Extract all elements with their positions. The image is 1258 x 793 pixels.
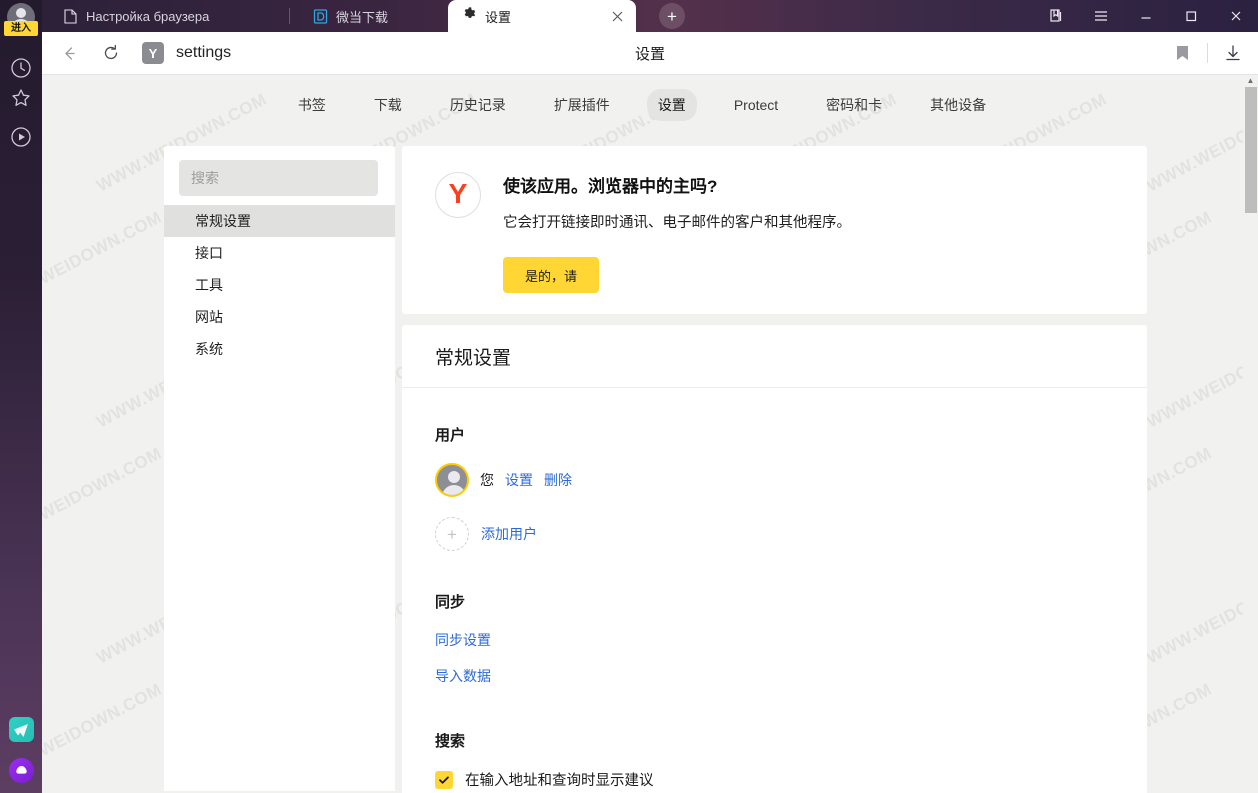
- toolbar-divider: [1207, 43, 1208, 63]
- page-scrollbar[interactable]: ▲: [1243, 75, 1258, 793]
- sidebar-item-sites[interactable]: 网站: [164, 301, 395, 333]
- checkbox-label: 在输入地址和查询时显示建议: [465, 773, 654, 789]
- add-user-row[interactable]: + 添加用户: [435, 517, 1147, 551]
- user-row: 您 设置 删除: [435, 463, 1147, 497]
- settings-nav-tabs: 书签 下载 历史记录 扩展插件 设置 Protect 密码和卡 其他设备: [42, 75, 1242, 135]
- watermark-text: WWW.WEIDOWN.COM: [42, 443, 165, 550]
- minimize-icon[interactable]: [1123, 0, 1168, 32]
- default-browser-banner: Y 使该应用。浏览器中的主吗? 它会打开链接即时通讯、电子邮件的客户和其他程序。…: [402, 146, 1147, 314]
- banner-title: 使该应用。浏览器中的主吗?: [503, 177, 718, 196]
- sidebar-item-label: 网站: [195, 309, 223, 325]
- yandex-logo-icon: Y: [435, 172, 481, 218]
- address-bar: Y settings 设置: [42, 32, 1258, 74]
- checkbox-row-suggestions[interactable]: 在输入地址和查询时显示建议: [435, 769, 1147, 790]
- rail-login-badge[interactable]: 进入: [4, 21, 38, 36]
- purple-app-icon[interactable]: [9, 758, 34, 783]
- avatar-body: [442, 485, 466, 495]
- settings-sidebar: 常规设置 接口 工具 网站 系统: [164, 146, 395, 791]
- telegram-app-icon[interactable]: [9, 717, 34, 742]
- sidebar-item-label: 接口: [195, 245, 223, 261]
- add-user-link[interactable]: 添加用户: [481, 524, 537, 544]
- left-sidebar-rail: 进入: [0, 0, 42, 793]
- hamburger-menu-icon[interactable]: [1078, 0, 1123, 32]
- avatar-head: [448, 471, 460, 483]
- watermark-text: WWW.WEIDOWN.COM: [1143, 325, 1258, 432]
- tab-settings-active[interactable]: 设置: [448, 0, 636, 32]
- address-input[interactable]: settings: [176, 44, 231, 62]
- nav-tab-downloads[interactable]: 下载: [363, 89, 413, 121]
- checkbox-checked-icon[interactable]: [435, 770, 453, 789]
- download-icon[interactable]: [1218, 38, 1248, 68]
- play-circle-icon[interactable]: [8, 124, 34, 150]
- sidebar-item-system[interactable]: 系统: [164, 333, 395, 365]
- user-delete-link[interactable]: 删除: [544, 470, 572, 490]
- nav-tab-extensions[interactable]: 扩展插件: [543, 89, 621, 121]
- sidebar-item-label: 系统: [195, 341, 223, 357]
- window-controls: [1033, 0, 1258, 32]
- watermark-text: WWW.WEIDOWN.COM: [42, 679, 165, 786]
- sidebar-search-wrap: [164, 146, 395, 205]
- scrollbar-thumb[interactable]: [1245, 87, 1257, 213]
- back-arrow-icon[interactable]: [54, 38, 84, 68]
- nav-tab-bookmarks[interactable]: 书签: [287, 89, 337, 121]
- sidebar-item-general[interactable]: 常规设置: [164, 205, 395, 237]
- sync-section-title: 同步: [435, 594, 466, 611]
- watermark-text: WWW.WEIDOWN.COM: [42, 207, 165, 314]
- tab-label: Настройка браузера: [86, 8, 210, 24]
- plus-icon: +: [435, 517, 469, 551]
- general-settings-body: 用户 您 设置 删除 + 添加用户 同步 同步设置 导入数据 搜索 在输入地址和…: [402, 388, 1147, 793]
- user-settings-link[interactable]: 设置: [505, 470, 533, 490]
- star-icon[interactable]: [8, 85, 34, 111]
- title-bar: Настройка браузера 微当下载 设置 +: [42, 0, 1258, 32]
- sync-links: 同步设置 导入数据: [435, 630, 1147, 686]
- nav-tab-other-devices[interactable]: 其他设备: [919, 89, 997, 121]
- section-heading: 常规设置: [435, 347, 512, 369]
- sidebar-item-interface[interactable]: 接口: [164, 237, 395, 269]
- nav-tab-protect[interactable]: Protect: [723, 91, 789, 119]
- import-data-link[interactable]: 导入数据: [435, 666, 1147, 686]
- sidebar-item-label: 工具: [195, 277, 223, 293]
- nav-tab-settings[interactable]: 设置: [646, 89, 697, 121]
- nav-tab-history[interactable]: 历史记录: [439, 89, 517, 121]
- scroll-up-arrow-icon[interactable]: ▲: [1243, 77, 1258, 85]
- history-clock-icon[interactable]: [8, 55, 34, 81]
- address-bar-actions: [1167, 38, 1248, 68]
- sidebar-item-label: 常规设置: [195, 213, 251, 229]
- avatar[interactable]: [435, 463, 469, 497]
- bookmark-icon[interactable]: [1167, 38, 1197, 68]
- general-settings-card: 常规设置 用户 您 设置 删除 + 添加用户 同步 同步设置 导入数据 搜索 在…: [402, 325, 1147, 793]
- maximize-icon[interactable]: [1168, 0, 1213, 32]
- banner-subtitle: 它会打开链接即时通讯、电子邮件的客户和其他程序。: [503, 215, 851, 231]
- reload-icon[interactable]: [96, 38, 126, 68]
- search-section-title: 搜索: [435, 733, 466, 750]
- collections-icon[interactable]: [1033, 0, 1078, 32]
- settings-page: WWW.WEIDOWN.COM WWW.WEIDOWN.COM WWW.WEIDOW…: [42, 75, 1258, 793]
- site-identity-badge[interactable]: Y: [142, 42, 164, 64]
- tab-label: 微当下载: [336, 9, 389, 25]
- close-icon[interactable]: [608, 7, 626, 25]
- user-section-title: 用户: [435, 427, 466, 444]
- current-user-name: 您: [480, 472, 494, 488]
- sidebar-item-tools[interactable]: 工具: [164, 269, 395, 301]
- general-settings-header: 常规设置: [402, 325, 1147, 388]
- sync-settings-link[interactable]: 同步设置: [435, 630, 1147, 650]
- settings-main: Y 使该应用。浏览器中的主吗? 它会打开链接即时通讯、电子邮件的客户和其他程序。…: [402, 146, 1147, 793]
- search-input[interactable]: [179, 160, 378, 196]
- tab-divider: [289, 8, 290, 24]
- d-letter-icon: [312, 8, 328, 24]
- tab-browser-settings[interactable]: Настройка браузера: [50, 0, 221, 32]
- watermark-text: WWW.WEIDOWN.COM: [1143, 561, 1258, 668]
- browser-window: 进入 Настройка браузера 微当下载 设置 + Y settin…: [0, 0, 1258, 793]
- nav-tab-passwords-cards[interactable]: 密码和卡: [815, 89, 893, 121]
- tab-label: 设置: [485, 9, 512, 25]
- banner-text: 使该应用。浏览器中的主吗? 它会打开链接即时通讯、电子邮件的客户和其他程序。 是…: [503, 172, 851, 314]
- set-default-browser-button[interactable]: 是的，请: [503, 257, 600, 293]
- window-close-icon[interactable]: [1213, 0, 1258, 32]
- avatar-head: [16, 8, 26, 18]
- new-tab-button[interactable]: +: [659, 3, 685, 29]
- gear-icon: [462, 6, 477, 26]
- tab-weidown[interactable]: 微当下载: [300, 0, 400, 32]
- page-icon: [62, 8, 78, 24]
